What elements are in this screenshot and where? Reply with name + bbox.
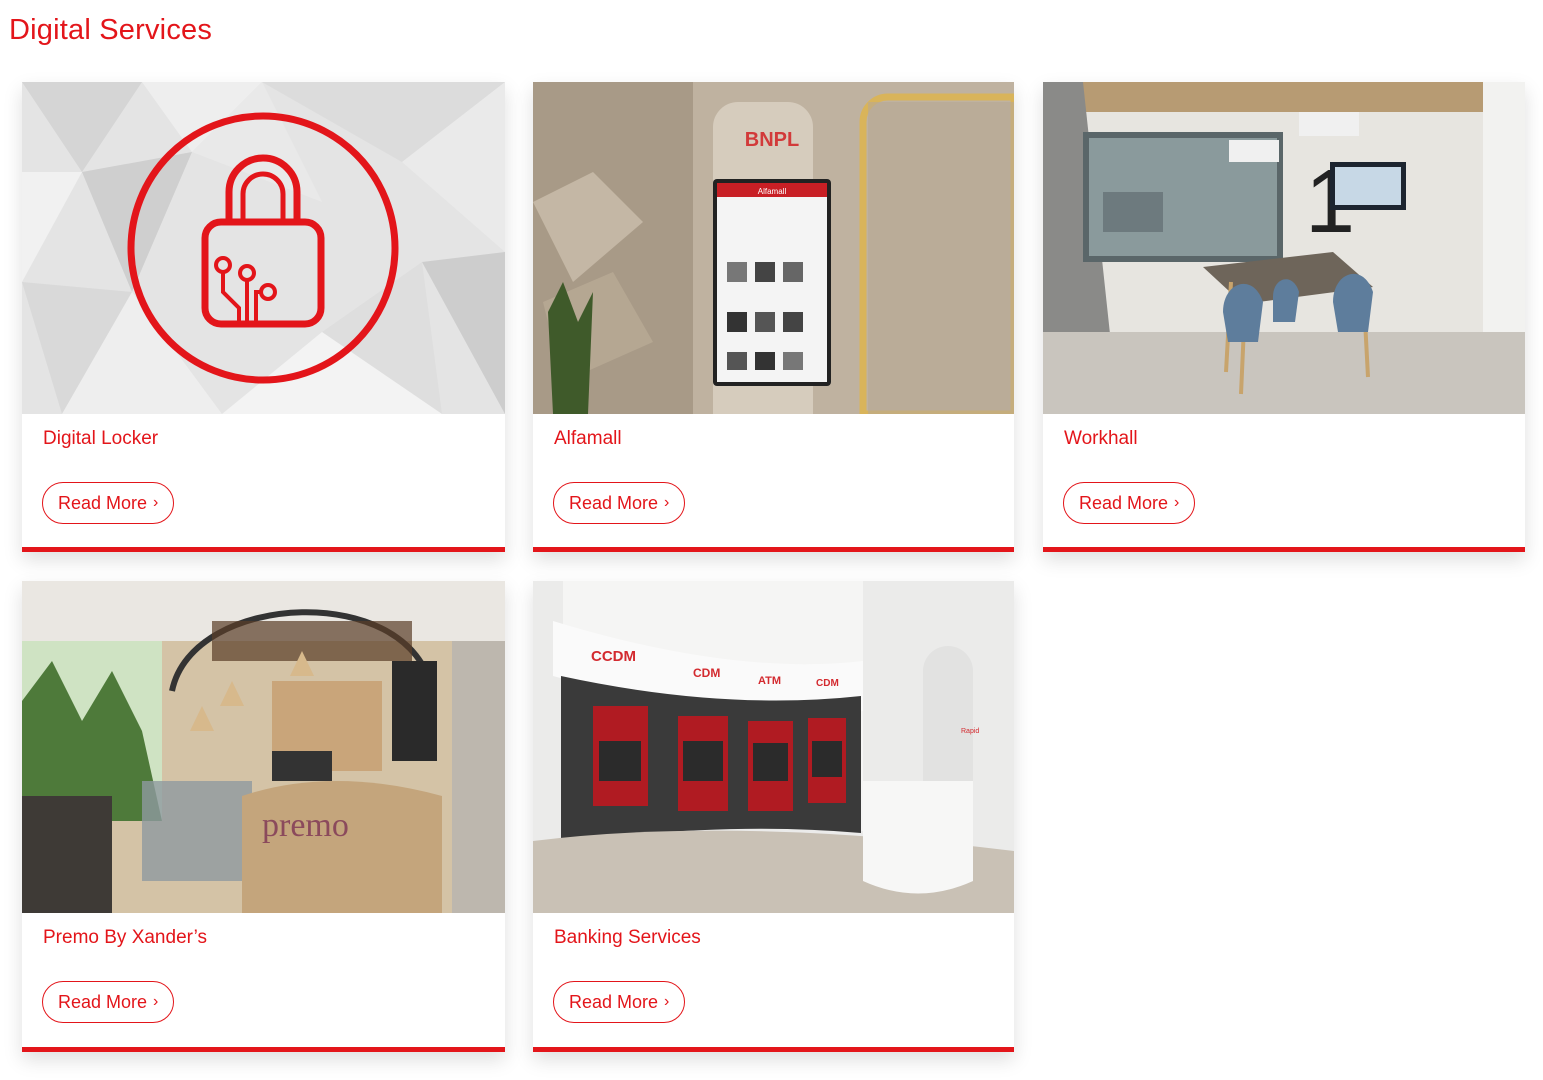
chevron-right-icon: › [664,494,670,511]
rapid-sign: Rapid [961,728,979,735]
card-title[interactable]: Banking Services [554,927,701,949]
premo-cafe-image[interactable]: premo [22,581,505,913]
banking-atm-image[interactable]: CCDM CDM ATM CDM Rapid [533,581,1014,913]
card-title[interactable]: Workhall [1064,428,1138,450]
chevron-right-icon: › [153,494,159,511]
read-more-button[interactable]: Read More › [553,482,686,524]
read-more-label: Read More [569,991,659,1012]
bnpl-sign: BNPL [745,129,799,151]
digital-locker-image[interactable] [22,82,505,414]
atm-sign-2: CDM [693,666,720,680]
chevron-right-icon: › [1174,494,1180,511]
service-card-digital-locker[interactable]: Digital Locker Read More › [22,82,505,552]
card-title[interactable]: Digital Locker [43,428,158,450]
read-more-button[interactable]: Read More › [1063,482,1196,524]
screen-header: Alfamall [758,187,787,196]
read-more-button[interactable]: Read More › [42,482,175,524]
read-more-label: Read More [569,492,659,513]
service-card-premo[interactable]: premo Premo By Xander’s Read More › [22,581,505,1052]
read-more-label: Read More [1079,492,1169,513]
chevron-right-icon: › [153,993,159,1010]
digital-services-page: Digital Services Digital Locker Read Mor… [0,0,1543,1080]
atm-sign-1: CCDM [591,648,636,665]
read-more-button[interactable]: Read More › [42,981,175,1023]
service-card-banking[interactable]: CCDM CDM ATM CDM Rapid Banking Services … [533,581,1014,1052]
read-more-button[interactable]: Read More › [553,981,686,1023]
card-title[interactable]: Alfamall [554,428,622,450]
atm-sign-4: CDM [816,678,839,689]
read-more-label: Read More [58,991,148,1012]
alfamall-kiosk-image[interactable]: Alfamall BNPL [533,82,1014,414]
read-more-label: Read More [58,492,148,513]
premo-logo-sign: premo [262,807,349,844]
section-title: Digital Services [9,14,213,46]
service-card-alfamall[interactable]: Alfamall BNPL Alfamall Read More › [533,82,1014,552]
chevron-right-icon: › [664,993,670,1010]
workhall-meeting-room-image[interactable]: 1 [1043,82,1525,414]
lock-circuit-icon [127,112,399,384]
atm-sign-3: ATM [758,675,781,687]
card-title[interactable]: Premo By Xander’s [43,927,207,949]
service-card-workhall[interactable]: 1 Workhall Read More › [1043,82,1525,552]
